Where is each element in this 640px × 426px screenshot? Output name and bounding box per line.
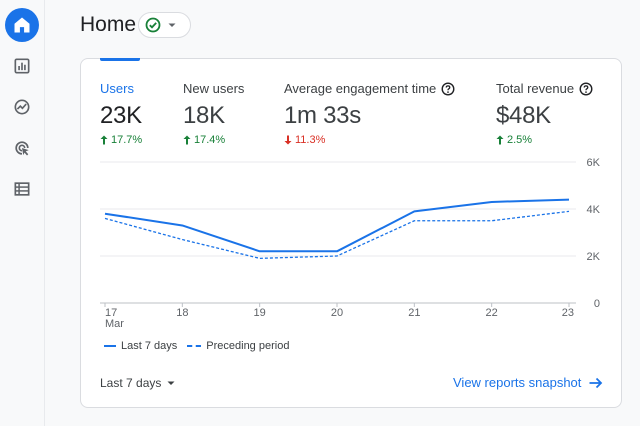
arrow-right-icon: [589, 377, 603, 388]
chart-legend: Last 7 days Preceding period: [104, 340, 299, 352]
legend-swatch-dashed: [187, 345, 202, 347]
metric-value: 23K: [100, 102, 142, 129]
page-title: Home: [80, 13, 137, 36]
metric-value: 18K: [183, 102, 225, 129]
legend-item-previous: Preceding period: [187, 340, 289, 352]
sidebar-item-reports[interactable]: [5, 49, 39, 83]
selected-metric-indicator: [100, 58, 140, 61]
metric-avg-engagement-time[interactable]: Average engagement time 1m 33s 11.3%: [284, 80, 455, 147]
check-circle-icon: [145, 17, 161, 33]
sidebar-nav: [0, 0, 45, 426]
metric-change: 11.3%: [284, 133, 455, 147]
legend-label: Preceding period: [206, 340, 290, 352]
metric-users[interactable]: Users 23K 17.7%: [100, 80, 142, 147]
sidebar-item-advertising[interactable]: [5, 131, 39, 165]
metric-label: New users: [183, 81, 245, 96]
explore-icon: [14, 99, 30, 115]
sidebar-item-explore[interactable]: [5, 90, 39, 124]
arrow-up-icon: [100, 135, 108, 145]
date-range-label: Last 7 days: [100, 376, 162, 390]
legend-label: Last 7 days: [121, 340, 178, 352]
metric-value: 1m 33s: [284, 102, 361, 129]
arrow-down-icon: [284, 135, 292, 145]
help-icon[interactable]: [579, 82, 593, 96]
legend-swatch-solid: [104, 345, 116, 347]
sidebar-item-home[interactable]: [5, 8, 39, 42]
status-dropdown[interactable]: [138, 12, 191, 38]
metric-value: $48K: [496, 102, 551, 129]
metric-change: 17.7%: [100, 133, 142, 147]
metric-label: Users: [100, 81, 134, 96]
metric-label: Total revenue: [496, 80, 593, 98]
metric-change: 2.5%: [496, 133, 593, 147]
home-icon: [14, 17, 30, 33]
caret-down-icon: [167, 381, 175, 385]
advertising-icon: [15, 141, 29, 156]
sidebar-item-configure[interactable]: [5, 172, 39, 206]
list-icon: [14, 182, 30, 196]
metric-label: Average engagement time: [284, 80, 455, 98]
arrow-up-icon: [496, 135, 504, 145]
arrow-up-icon: [183, 135, 191, 145]
help-icon[interactable]: [441, 82, 455, 96]
view-reports-snapshot-link[interactable]: View reports snapshot: [453, 375, 603, 390]
date-range-dropdown[interactable]: Last 7 days: [100, 376, 176, 390]
view-link-label: View reports snapshot: [453, 375, 582, 390]
metric-total-revenue[interactable]: Total revenue $48K 2.5%: [496, 80, 593, 147]
legend-item-current: Last 7 days: [104, 340, 177, 352]
metric-change: 17.4%: [183, 133, 244, 147]
bar-chart-icon: [14, 58, 30, 74]
metric-new-users[interactable]: New users 18K 17.4%: [183, 80, 244, 147]
caret-down-icon: [168, 23, 176, 27]
